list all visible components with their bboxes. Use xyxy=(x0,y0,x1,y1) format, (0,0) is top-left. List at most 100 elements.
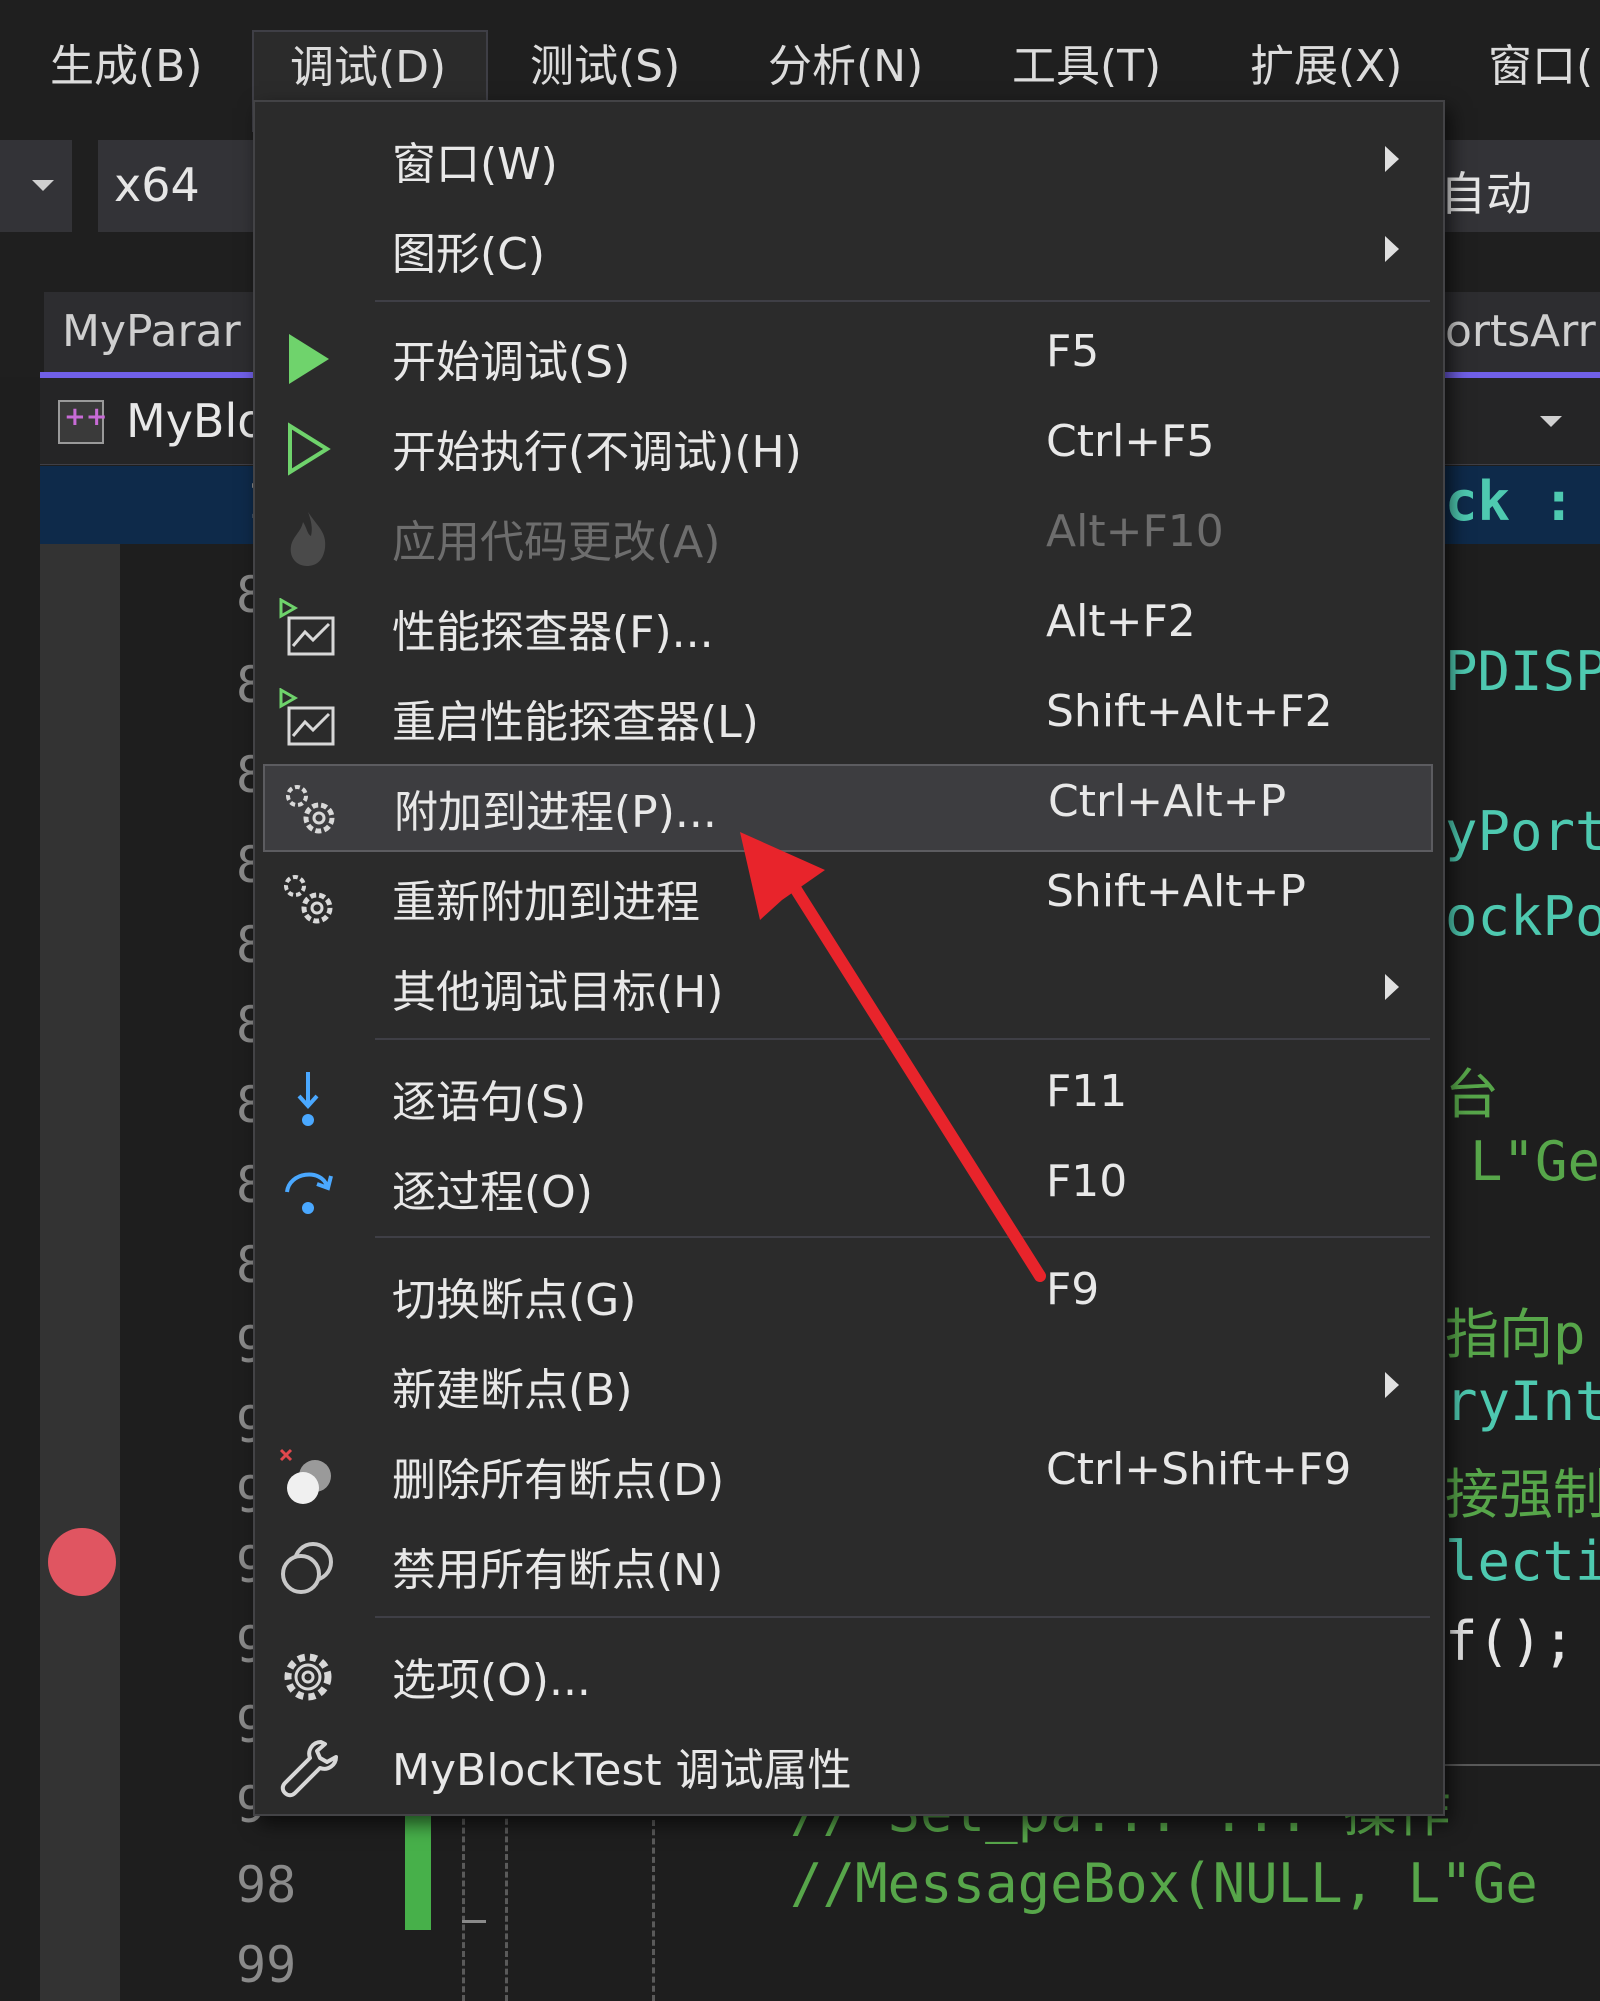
menu-item-new-breakpoint[interactable]: 新建断点(B) xyxy=(255,1342,1443,1430)
menu-item-other-debug-targets[interactable]: 其他调试目标(H) xyxy=(255,944,1443,1032)
attach-process-gears-icon xyxy=(284,875,333,924)
menu-item-label: 重启性能探查器(L) xyxy=(392,697,759,748)
code-fragment: ryInt xyxy=(1445,1370,1600,1433)
tab-myparam-label: MyParar xyxy=(62,306,241,357)
menu-item-label: 新建断点(B) xyxy=(392,1365,633,1416)
platform-label: x64 xyxy=(114,158,200,212)
code-string: L"Ge xyxy=(1470,1130,1600,1193)
menu-item-step-over[interactable]: 逐过程(O) F10 xyxy=(255,1144,1443,1232)
menu-item-label: 删除所有断点(D) xyxy=(392,1455,725,1506)
menu-item-restart-performance-profiler[interactable]: 重启性能探查器(L) Shift+Alt+F2 xyxy=(255,674,1443,762)
play-filled-icon xyxy=(289,334,329,384)
menu-item-start-without-debugging[interactable]: 开始执行(不调试)(H) Ctrl+F5 xyxy=(255,404,1443,492)
code-class-decl: ck : xyxy=(1445,470,1576,533)
menu-window[interactable]: 窗口( xyxy=(1488,30,1593,94)
menu-item-label: 应用代码更改(A) xyxy=(392,517,721,568)
code-comment: 接强制 xyxy=(1445,1463,1600,1526)
breakpoint-marker[interactable] xyxy=(48,1528,116,1596)
menu-separator xyxy=(375,300,1430,302)
performance-profiler-icon xyxy=(279,598,335,656)
menu-item-options[interactable]: 选项(O)... xyxy=(255,1632,1443,1720)
menu-item-start-debugging[interactable]: 开始调试(S) F5 xyxy=(255,314,1443,402)
hot-reload-flame-icon xyxy=(290,512,326,566)
menu-item-label: 窗口(W) xyxy=(392,139,558,190)
project-icon: ++ xyxy=(58,400,108,444)
menu-item-toggle-breakpoint[interactable]: 切换断点(G) F9 xyxy=(255,1252,1443,1340)
line-number: 99 xyxy=(236,1936,297,1994)
project-scope-label[interactable]: MyBlo xyxy=(126,394,265,448)
menu-separator xyxy=(375,1236,1430,1238)
auto-dropdown[interactable]: 自动 xyxy=(1430,140,1600,232)
menu-item-label: MyBlockTest 调试属性 xyxy=(392,1745,852,1796)
chevron-down-icon[interactable] xyxy=(1540,416,1562,427)
submenu-arrow-icon xyxy=(1385,146,1399,172)
menu-separator xyxy=(375,1038,1430,1040)
menu-item-label: 逐语句(S) xyxy=(392,1077,587,1128)
line-number: 98 xyxy=(236,1856,297,1914)
wrench-icon xyxy=(280,1740,338,1798)
menu-item-label: 开始调试(S) xyxy=(392,337,631,388)
auto-label: 自动 xyxy=(1440,167,1532,221)
menu-item-windows[interactable]: 窗口(W) xyxy=(255,116,1443,204)
menu-analyze[interactable]: 分析(N) xyxy=(768,30,923,94)
debug-menu: 窗口(W) 图形(C) 开始调试(S) F5 开始执行(不调试)(H) Ctrl… xyxy=(253,100,1445,1816)
menu-build[interactable]: 生成(B) xyxy=(50,30,203,94)
menu-item-label: 开始执行(不调试)(H) xyxy=(392,427,802,478)
menu-item-reattach-to-process[interactable]: 重新附加到进程 Shift+Alt+P xyxy=(255,854,1443,942)
code-comment: 台 xyxy=(1445,1063,1499,1126)
menu-item-apply-code-changes: 应用代码更改(A) Alt+F10 xyxy=(255,494,1443,582)
chevron-down-icon xyxy=(32,180,54,191)
tab-portsarr[interactable]: ortsArr xyxy=(1445,292,1600,372)
code-fragment: f(); xyxy=(1445,1610,1576,1673)
menu-item-debug-properties[interactable]: MyBlockTest 调试属性 xyxy=(255,1722,1443,1810)
submenu-arrow-icon xyxy=(1385,236,1399,262)
menu-item-shortcut: F10 xyxy=(1046,1156,1128,1207)
disable-breakpoints-icon xyxy=(281,1542,333,1594)
menu-item-performance-profiler[interactable]: 性能探查器(F)... Alt+F2 xyxy=(255,584,1443,672)
change-indicator xyxy=(405,1800,431,1930)
menu-separator xyxy=(375,1616,1430,1618)
menu-item-attach-to-process[interactable]: 附加到进程(P)... Ctrl+Alt+P xyxy=(263,764,1433,852)
menu-item-shortcut: Alt+F2 xyxy=(1046,596,1196,647)
breakpoint-gutter[interactable] xyxy=(40,544,120,2001)
play-outline-icon xyxy=(288,422,331,476)
submenu-arrow-icon xyxy=(1385,974,1399,1000)
tab-myparam[interactable]: MyParar xyxy=(44,292,254,372)
platform-dropdown[interactable]: x64 xyxy=(98,140,258,232)
code-fragment: ockPo xyxy=(1445,885,1600,948)
indent-guide xyxy=(462,1810,465,2001)
menu-test[interactable]: 测试(S) xyxy=(530,30,680,94)
menu-item-label: 切换断点(G) xyxy=(392,1275,637,1326)
menu-item-label: 逐过程(O) xyxy=(392,1167,593,1218)
line-number-margin xyxy=(120,544,250,2001)
attach-process-gears-icon xyxy=(286,785,335,834)
code-fragment: lecti xyxy=(1445,1530,1600,1593)
menu-item-disable-all-breakpoints[interactable]: 禁用所有断点(N) xyxy=(255,1522,1443,1610)
menu-item-label: 选项(O)... xyxy=(392,1655,591,1706)
code-comment: 指向p xyxy=(1445,1303,1586,1366)
menu-item-delete-all-breakpoints[interactable]: 删除所有断点(D) Ctrl+Shift+F9 xyxy=(255,1432,1443,1520)
menu-item-shortcut: Alt+F10 xyxy=(1046,506,1224,557)
step-over-icon xyxy=(285,1172,333,1214)
step-into-icon xyxy=(297,1072,319,1126)
menu-item-shortcut: Shift+Alt+P xyxy=(1046,866,1306,917)
menu-item-label: 图形(C) xyxy=(392,229,546,280)
menu-item-shortcut: F5 xyxy=(1046,326,1100,377)
menu-item-shortcut: Ctrl+Shift+F9 xyxy=(1046,1444,1352,1495)
code-comment: //MessageBox(NULL, L"Ge xyxy=(790,1852,1538,1915)
delete-breakpoints-icon xyxy=(279,1448,331,1504)
menu-extensions[interactable]: 扩展(X) xyxy=(1250,30,1402,94)
config-dropdown[interactable] xyxy=(0,140,72,232)
menu-item-label: 性能探查器(F)... xyxy=(392,607,714,658)
menu-item-label: 重新附加到进程 xyxy=(392,877,700,928)
code-fragment: yPort xyxy=(1445,800,1600,863)
gear-icon xyxy=(284,1653,332,1701)
menu-item-step-into[interactable]: 逐语句(S) F11 xyxy=(255,1054,1443,1142)
menu-item-shortcut: Ctrl+F5 xyxy=(1046,416,1215,467)
menu-item-graphics[interactable]: 图形(C) xyxy=(255,206,1443,294)
menu-item-shortcut: Shift+Alt+F2 xyxy=(1046,686,1333,737)
menu-item-shortcut: F9 xyxy=(1046,1264,1100,1315)
menu-item-label: 其他调试目标(H) xyxy=(392,967,724,1018)
indent-guide xyxy=(652,1820,655,2001)
menu-tools[interactable]: 工具(T) xyxy=(1012,30,1161,94)
